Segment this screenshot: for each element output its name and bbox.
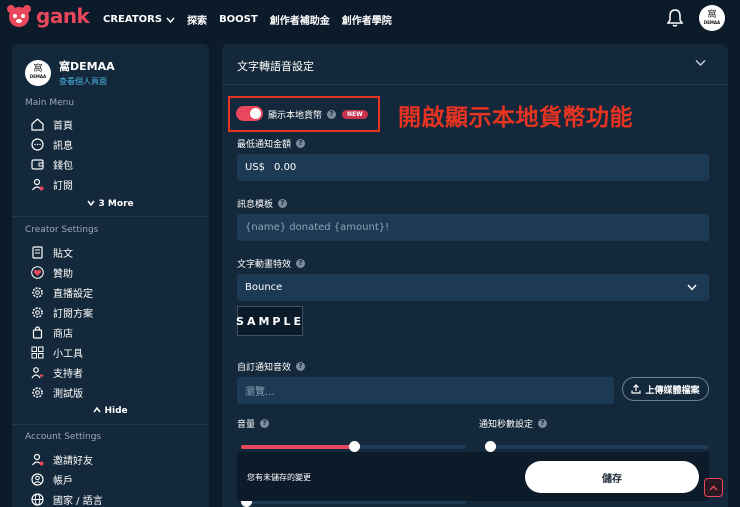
bell-icon[interactable]: [666, 8, 684, 32]
message-template-input[interactable]: {name} donated {amount}!: [237, 214, 709, 241]
sidebar-item-beta[interactable]: 測試版: [31, 385, 83, 400]
top-nav: CREATORS 探索 BOOST 創作者補助金 創作者學院: [103, 12, 404, 27]
stream-gear-icon: [32, 287, 43, 298]
account-icon: [31, 473, 44, 486]
help-icon[interactable]: ?: [260, 419, 270, 428]
help-icon[interactable]: ?: [327, 110, 337, 119]
nav-academy[interactable]: 創作者學院: [342, 12, 392, 27]
min-amount-input[interactable]: US$ 0.00: [237, 154, 709, 181]
sidebar-item-account[interactable]: 帳戶: [31, 472, 73, 487]
animation-sample-preview: SAMPLE: [236, 306, 303, 336]
duration-slider[interactable]: [485, 441, 709, 452]
divider: [12, 424, 209, 425]
panel-title: 文字轉語音設定: [237, 60, 314, 73]
profile-name: 窩DEMAA: [59, 60, 115, 73]
post-icon: [32, 246, 43, 259]
volume-slider[interactable]: [241, 441, 466, 452]
hide-toggle[interactable]: Hide: [12, 406, 209, 416]
help-icon[interactable]: ?: [538, 419, 548, 428]
invite-icon: [32, 453, 44, 466]
volume-label-row: 音量?: [237, 417, 270, 430]
currency-prefix: US$: [245, 162, 266, 173]
shop-icon: [32, 326, 43, 339]
wallet-icon: [31, 159, 44, 170]
globe-icon: [31, 493, 44, 506]
sidebar-item-donate[interactable]: 贊助: [31, 265, 73, 280]
show-more-toggle[interactable]: 3 More: [12, 199, 209, 209]
chat-icon: [31, 138, 44, 151]
view-profile-link[interactable]: 查看個人頁面: [59, 76, 115, 87]
unsaved-message: 您有未儲存的變更: [247, 473, 311, 482]
chevron-up-icon: [709, 484, 718, 491]
sidebar-item-widgets[interactable]: 小工具: [31, 345, 83, 360]
sidebar-item-home[interactable]: 首頁: [31, 117, 73, 132]
nav-boost[interactable]: BOOST: [219, 12, 258, 27]
brand-name: gank: [36, 4, 90, 28]
animation-select[interactable]: Bounce: [237, 274, 709, 301]
duration-slider-knob[interactable]: [485, 441, 496, 452]
chevron-up-icon: [93, 406, 101, 413]
account-settings-title: Account Settings: [25, 432, 102, 442]
collapse-chevron-icon[interactable]: [695, 59, 706, 67]
volume-slider-fill: [241, 445, 354, 449]
help-icon[interactable]: ?: [296, 139, 306, 148]
duration-label-row: 通知秒數設定?: [479, 417, 548, 430]
beta-icon: [32, 387, 43, 398]
tts-settings-panel: 文字轉語音設定 顯示本地貨幣 ? NEW 開啟顯示本地貨幣功能 最低通知金額? …: [222, 44, 728, 507]
annotation-text: 開啟顯示本地貨幣功能: [398, 105, 633, 131]
upload-media-button[interactable]: 上傳媒體檔案: [622, 377, 709, 401]
animation-label-row: 文字動畫特效?: [237, 257, 306, 270]
sidebar: 窩 DEMAA 窩DEMAA 查看個人頁面 Main Menu 首頁 訊息 錢包…: [12, 44, 209, 507]
nav-fund[interactable]: 創作者補助金: [270, 12, 330, 27]
unsaved-changes-bar: 您有未儲存的變更 儲存: [237, 452, 709, 501]
top-bar: gank CREATORS 探索 BOOST 創作者補助金 創作者學院 窩 DE…: [0, 0, 740, 36]
local-currency-toggle[interactable]: [236, 106, 263, 121]
panda-logo-icon: [7, 5, 31, 27]
local-currency-label: 顯示本地貨幣: [268, 111, 323, 121]
divider: [222, 84, 728, 85]
scroll-to-top-button[interactable]: [704, 478, 723, 497]
help-icon[interactable]: ?: [296, 259, 306, 268]
widgets-icon: [31, 346, 44, 359]
new-badge: NEW: [342, 110, 368, 119]
avatar: 窩 DEMAA: [25, 59, 51, 86]
local-currency-row: 顯示本地貨幣 ? NEW: [268, 108, 368, 121]
home-icon: [31, 118, 44, 131]
sidebar-item-stream-settings[interactable]: 直播設定: [31, 285, 93, 300]
sidebar-item-messages[interactable]: 訊息: [31, 137, 73, 152]
min-amount-label-row: 最低通知金額?: [237, 137, 306, 150]
supporters-icon: [31, 367, 44, 379]
chevron-down-icon: [87, 200, 95, 207]
volume-slider-knob[interactable]: [349, 441, 360, 452]
sound-file-input[interactable]: 瀏覽...: [237, 377, 614, 404]
nav-creators[interactable]: CREATORS: [103, 12, 175, 27]
upload-icon: [631, 384, 642, 394]
sidebar-item-supporters[interactable]: 支持者: [31, 365, 83, 380]
sidebar-item-shop[interactable]: 商店: [31, 325, 73, 340]
user-plus-icon: [32, 178, 44, 191]
gear-icon: [32, 307, 43, 318]
main-menu-title: Main Menu: [25, 98, 75, 108]
chevron-down-icon: [687, 284, 697, 291]
sidebar-item-invite[interactable]: 邀請好友: [31, 452, 93, 467]
divider: [12, 216, 209, 217]
sidebar-item-subscribe[interactable]: 訂閱: [31, 177, 73, 192]
user-avatar[interactable]: 窩 DEMAA: [699, 5, 725, 31]
nav-explore[interactable]: 探索: [187, 12, 207, 27]
gank-logo[interactable]: gank: [6, 4, 90, 28]
creator-settings-title: Creator Settings: [25, 225, 99, 235]
help-icon[interactable]: ?: [278, 199, 288, 208]
chevron-down-icon: [166, 17, 175, 23]
sidebar-item-country-language[interactable]: 國家 / 語言: [31, 492, 103, 507]
save-button[interactable]: 儲存: [525, 461, 699, 493]
help-icon[interactable]: ?: [296, 362, 306, 371]
template-label-row: 訊息模板?: [237, 197, 288, 210]
min-amount-value: 0.00: [274, 162, 297, 173]
sidebar-item-posts[interactable]: 貼文: [31, 245, 73, 260]
sound-label-row: 自訂通知音效?: [237, 360, 306, 373]
sidebar-item-wallet[interactable]: 錢包: [31, 157, 73, 172]
profile-card: 窩 DEMAA 窩DEMAA 查看個人頁面: [25, 58, 115, 87]
sidebar-item-plans[interactable]: 訂閱方案: [31, 305, 93, 320]
heart-icon: [31, 266, 44, 279]
